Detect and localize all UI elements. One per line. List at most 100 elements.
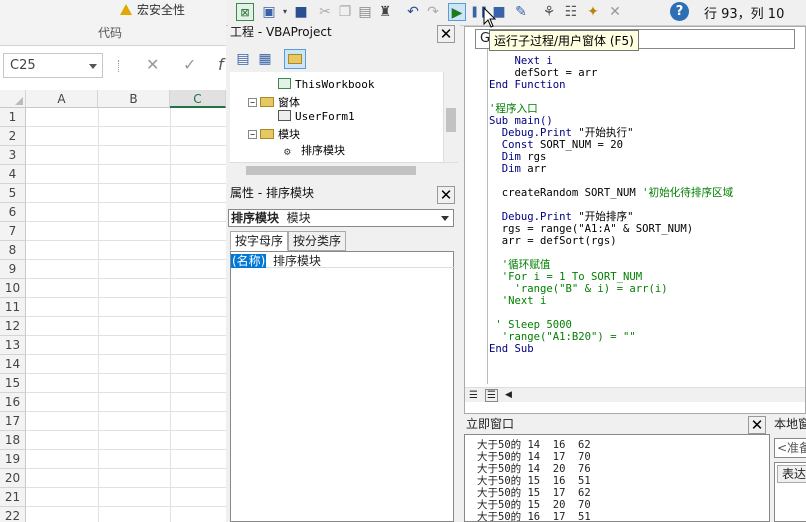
code-line[interactable]: createRandom SORT_NUM '初始化待排序区域 bbox=[489, 187, 806, 199]
row-header[interactable]: 17 bbox=[0, 412, 26, 431]
column-header-b[interactable]: B bbox=[98, 90, 170, 108]
code-line[interactable]: Dim arr bbox=[489, 163, 806, 175]
project-hscrollbar[interactable] bbox=[230, 162, 458, 177]
row-header[interactable]: 1 bbox=[0, 108, 26, 127]
name-box[interactable]: C25 bbox=[3, 53, 103, 78]
tree-item-modules-folder[interactable]: − 模块 bbox=[248, 126, 300, 142]
code-line[interactable]: Sub main() bbox=[489, 115, 806, 127]
copy-icon[interactable]: ❐ bbox=[336, 3, 354, 21]
paste-icon[interactable]: ▤ bbox=[356, 3, 374, 21]
run-icon[interactable]: ▶ bbox=[448, 3, 466, 21]
procedure-view-icon[interactable]: ☰ bbox=[469, 390, 480, 401]
row-header[interactable]: 21 bbox=[0, 488, 26, 507]
column-header-a[interactable]: A bbox=[26, 90, 98, 108]
row-header[interactable]: 2 bbox=[0, 127, 26, 146]
collapse-icon[interactable]: − bbox=[248, 98, 257, 107]
code-line[interactable] bbox=[489, 175, 806, 187]
row-header[interactable]: 16 bbox=[0, 393, 26, 412]
toggle-folders-icon[interactable] bbox=[284, 49, 306, 69]
object-browser-icon[interactable]: ✦ bbox=[584, 3, 602, 21]
row-header[interactable]: 13 bbox=[0, 336, 26, 355]
spreadsheet-grid[interactable]: A B C 1 2 3 4 5 6 7 8 9 10 11 12 13 14 15 16 17 18 19 20 21 2… bbox=[0, 90, 226, 522]
view-excel-icon[interactable]: ⊠ bbox=[236, 3, 254, 21]
tree-item-userform[interactable]: UserForm1 bbox=[278, 110, 355, 123]
row-header[interactable]: 14 bbox=[0, 355, 26, 374]
project-explorer-icon[interactable]: ⚘ bbox=[540, 3, 558, 21]
row-header[interactable]: 19 bbox=[0, 450, 26, 469]
row-header[interactable]: 11 bbox=[0, 298, 26, 317]
row-header[interactable]: 9 bbox=[0, 260, 26, 279]
help-icon[interactable]: ? bbox=[670, 2, 689, 21]
code-line[interactable]: End Function bbox=[489, 79, 806, 91]
collapse-icon[interactable]: − bbox=[248, 130, 257, 139]
close-icon[interactable]: ✕ bbox=[437, 186, 455, 204]
properties-object-select[interactable]: 排序模块 模块 bbox=[228, 209, 454, 227]
view-object-icon[interactable]: ▦ bbox=[256, 50, 274, 68]
row-header[interactable]: 10 bbox=[0, 279, 26, 298]
undo-icon[interactable]: ↶ bbox=[404, 3, 422, 21]
code-line[interactable]: arr = defSort(rgs) bbox=[489, 235, 806, 247]
code-line[interactable]: '循环赋值 bbox=[489, 259, 806, 271]
function-icon[interactable]: f bbox=[218, 55, 224, 74]
confirm-icon[interactable]: ✓ bbox=[183, 55, 196, 74]
row-header[interactable]: 7 bbox=[0, 222, 26, 241]
code-line[interactable]: 'For i = 1 To SORT_NUM bbox=[489, 271, 806, 283]
properties-window-icon[interactable]: ☷ bbox=[562, 3, 580, 21]
code-line[interactable]: '程序入口 bbox=[489, 103, 806, 115]
scroll-left-icon[interactable]: ◀ bbox=[505, 390, 512, 400]
toolbox-icon[interactable]: ✕ bbox=[606, 3, 624, 21]
chevron-down-icon[interactable] bbox=[89, 64, 97, 69]
row-header[interactable]: 15 bbox=[0, 374, 26, 393]
code-window[interactable]: G Next i defSort = arr End Function '程序入口 S… bbox=[464, 26, 806, 414]
code-line[interactable]: ' Sleep 5000 bbox=[489, 319, 806, 331]
redo-icon[interactable]: ↷ bbox=[424, 3, 442, 21]
tree-item-forms-folder[interactable]: − 窗体 bbox=[248, 94, 300, 110]
code-line[interactable] bbox=[489, 91, 806, 103]
design-mode-icon[interactable]: ✎ bbox=[512, 3, 530, 21]
chevron-down-icon[interactable] bbox=[441, 216, 449, 221]
code-line[interactable]: Debug.Print "开始执行" bbox=[489, 127, 806, 139]
find-icon[interactable]: ♜ bbox=[376, 3, 394, 21]
close-icon[interactable]: ✕ bbox=[748, 416, 766, 434]
column-header-c[interactable]: C bbox=[170, 90, 226, 108]
code-line[interactable]: 'range("B" & i) = arr(i) bbox=[489, 283, 806, 295]
code-line[interactable]: 'Next i bbox=[489, 295, 806, 307]
row-header[interactable]: 6 bbox=[0, 203, 26, 222]
row-header[interactable]: 22 bbox=[0, 507, 26, 522]
code-editor[interactable]: Next i defSort = arr End Function '程序入口 Sub… bbox=[489, 55, 806, 385]
close-icon[interactable]: ✕ bbox=[437, 25, 455, 43]
code-line[interactable]: 'range("A1:B20") = "" bbox=[489, 331, 806, 343]
immediate-output[interactable]: 大于50的 14 16 62 大于50的 14 17 70 大于50的 14 20 … bbox=[464, 434, 770, 522]
tab-alphabetic[interactable]: 按字母序 bbox=[230, 231, 289, 251]
code-line[interactable]: defSort = arr bbox=[489, 67, 806, 79]
code-line[interactable] bbox=[489, 307, 806, 319]
macro-security-button[interactable]: 宏安全性 bbox=[120, 1, 185, 18]
code-line[interactable]: Debug.Print "开始排序" bbox=[489, 211, 806, 223]
cancel-icon[interactable]: ✕ bbox=[146, 55, 159, 74]
code-line[interactable] bbox=[489, 247, 806, 259]
tab-categorized[interactable]: 按分类序 bbox=[288, 231, 347, 251]
code-line[interactable]: Dim rgs bbox=[489, 151, 806, 163]
select-all-corner[interactable] bbox=[0, 90, 26, 108]
locals-expression-header[interactable]: 表达 bbox=[777, 465, 806, 483]
row-header[interactable]: 5 bbox=[0, 184, 26, 203]
code-hscrollbar[interactable]: ☰ ☰ ◀ bbox=[465, 387, 805, 402]
code-line[interactable]: Const SORT_NUM = 20 bbox=[489, 139, 806, 151]
view-code-icon[interactable]: ▤ bbox=[234, 50, 252, 68]
property-row[interactable]: (名称) 排序模块 bbox=[231, 254, 455, 268]
tree-item-module[interactable]: ⚙ 排序模块 bbox=[284, 142, 345, 158]
tree-item-thisworkbook[interactable]: ThisWorkbook bbox=[278, 78, 374, 91]
code-line[interactable]: Next i bbox=[489, 55, 806, 67]
cut-icon[interactable]: ✂ bbox=[316, 3, 334, 21]
row-header[interactable]: 20 bbox=[0, 469, 26, 488]
code-line[interactable] bbox=[489, 199, 806, 211]
row-header[interactable]: 12 bbox=[0, 317, 26, 336]
save-icon[interactable]: ■ bbox=[292, 3, 310, 21]
row-header[interactable]: 4 bbox=[0, 165, 26, 184]
code-line[interactable]: rgs = range("A1:A" & SORT_NUM) bbox=[489, 223, 806, 235]
code-line[interactable]: End Sub bbox=[489, 343, 806, 355]
project-scrollbar[interactable] bbox=[443, 72, 458, 162]
row-header[interactable]: 8 bbox=[0, 241, 26, 260]
row-header[interactable]: 3 bbox=[0, 146, 26, 165]
row-header[interactable]: 18 bbox=[0, 431, 26, 450]
